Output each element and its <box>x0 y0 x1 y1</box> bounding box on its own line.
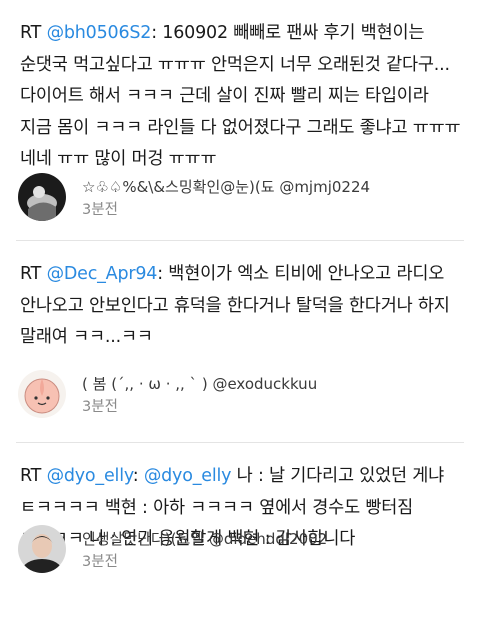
tweet-item[interactable]: RT @bh0506S2: 160902 빼빼로 팬싸 후기 백현이는 순댓국 … <box>16 0 464 241</box>
peach-character-avatar[interactable] <box>18 370 66 418</box>
tweet-text: RT @bh0506S2: 160902 빼빼로 팬싸 후기 백현이는 순댓국 … <box>20 18 464 176</box>
mention-link[interactable]: @Dec_Apr94 <box>47 264 158 284</box>
retweet-prefix: RT <box>20 466 42 486</box>
tweet-feed: RT @bh0506S2: 160902 빼빼로 팬싸 후기 백현이는 순댓국 … <box>0 0 480 622</box>
tweet-item[interactable]: RT @dyo_elly: @dyo_elly 나 : 날 기다리고 있었던 게… <box>16 443 464 622</box>
author-name[interactable]: 인생살맛난다)(됴엘 @didehddl2002 <box>82 529 327 549</box>
retweet-prefix: RT <box>20 264 42 284</box>
timestamp: 3분전 <box>82 554 118 570</box>
tweet-item[interactable]: RT @Dec_Apr94: 백현이가 엑소 티비에 안나오고 라디오 안나오고… <box>16 241 464 443</box>
dark-figure-avatar[interactable] <box>18 173 66 221</box>
timestamp: 3분전 <box>82 399 118 415</box>
timestamp: 3분전 <box>82 202 118 218</box>
tweet-meta: 인생살맛난다)(됴엘 @didehddl2002 3분전 <box>18 525 327 573</box>
tweet-text: RT @Dec_Apr94: 백현이가 엑소 티비에 안나오고 라디오 안나오고… <box>20 259 464 354</box>
mention-separator: : <box>132 466 144 486</box>
author-name[interactable]: ( 봄 (´,, · ω · ,, ` ) @exoduckkuu <box>82 374 317 394</box>
mention-link[interactable]: @dyo_elly <box>144 466 232 486</box>
tweet-body: : 160902 빼빼로 팬싸 후기 백현이는 순댓국 먹고싶다고 ㅠㅠㅠ 안먹… <box>20 23 461 169</box>
mention-link[interactable]: @bh0506S2 <box>47 23 152 43</box>
tweet-meta: ( 봄 (´,, · ω · ,, ` ) @exoduckkuu 3분전 <box>18 370 317 418</box>
tweet-meta: ☆♧♤%&\&스밍확인@눈)(됴 @mjmj0224 3분전 <box>18 173 370 221</box>
retweet-prefix: RT <box>20 23 42 43</box>
mention-link[interactable]: @dyo_elly <box>47 466 133 486</box>
author-name[interactable]: ☆♧♤%&\&스밍확인@눈)(됴 @mjmj0224 <box>82 177 370 197</box>
person-photo-avatar[interactable] <box>18 525 66 573</box>
